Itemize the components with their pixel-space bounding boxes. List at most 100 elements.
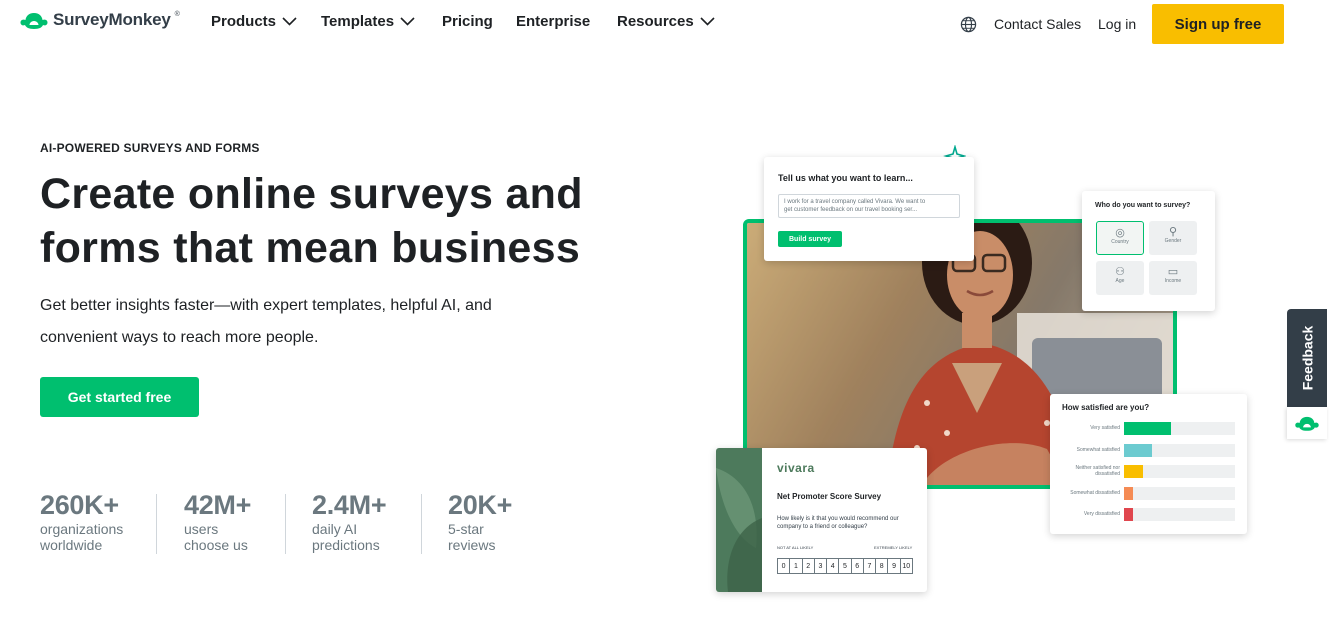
- vivara-brand: vivara: [777, 461, 815, 475]
- chevron-down-icon: [282, 17, 297, 26]
- stat-value: 2.4M+: [312, 490, 387, 520]
- headline-line-2: forms that mean business: [40, 224, 581, 272]
- surveymonkey-small-icon: [1295, 416, 1319, 431]
- signup-button[interactable]: Sign up free: [1152, 4, 1284, 44]
- option-age[interactable]: ⚇ Age: [1096, 261, 1144, 295]
- globe-icon[interactable]: [960, 16, 977, 33]
- satisfied-card-title: How satisfied are you?: [1062, 403, 1150, 412]
- nav-templates[interactable]: Templates: [321, 13, 415, 30]
- leaf-decoration: [716, 448, 762, 592]
- get-started-button[interactable]: Get started free: [40, 377, 199, 417]
- stat-label-line1: daily AI: [312, 521, 358, 537]
- satisfaction-bar-track: [1124, 422, 1235, 435]
- stat-reviews: 20K+ 5-star reviews: [448, 490, 512, 553]
- nps-scale-option[interactable]: 7: [862, 559, 875, 573]
- nav-pricing-label: Pricing: [442, 13, 493, 30]
- nps-scale-option[interactable]: 6: [850, 559, 863, 573]
- learn-card-title: Tell us what you want to learn...: [778, 173, 913, 183]
- stat-value: 260K+: [40, 490, 119, 520]
- nps-question-line2: company to a friend or colleague?: [777, 524, 868, 530]
- nav-products[interactable]: Products: [211, 13, 297, 30]
- stat-label-line2: choose us: [184, 537, 248, 553]
- stat-label-line1: 5-star: [448, 521, 484, 537]
- logo-trademark: ®: [174, 10, 180, 18]
- who-card: Who do you want to survey? ◎ Country ⚲ G…: [1082, 191, 1215, 311]
- top-nav: SurveyMonkey ® Products Templates Pricin…: [0, 0, 1330, 48]
- stat-label-line2: worldwide: [40, 537, 103, 553]
- stat-label-line1: users: [184, 521, 219, 537]
- feedback-tab[interactable]: Feedback: [1287, 309, 1327, 407]
- satisfaction-bar-track: [1124, 443, 1235, 457]
- option-income[interactable]: ▭ Income: [1149, 261, 1197, 295]
- satisfaction-bar-track: [1124, 508, 1235, 521]
- stat-label-line1: organizations: [40, 521, 124, 537]
- chevron-down-icon: [400, 17, 415, 26]
- option-label: Gender: [1164, 238, 1182, 244]
- nav-pricing[interactable]: Pricing: [442, 13, 493, 30]
- option-country[interactable]: ◎ Country: [1096, 221, 1144, 255]
- nav-enterprise-label: Enterprise: [516, 13, 591, 30]
- stat-label-line2: predictions: [312, 537, 380, 553]
- nps-scale-option[interactable]: 9: [887, 559, 899, 573]
- option-label: Country: [1111, 239, 1129, 245]
- nav-resources[interactable]: Resources: [617, 13, 715, 30]
- stat-users: 42M+ users choose us: [184, 490, 251, 553]
- logo-text: SurveyMonkey: [53, 10, 171, 29]
- login-link[interactable]: Log in: [1098, 16, 1136, 32]
- satisfaction-row-label: Somewhat satisfied: [1076, 446, 1120, 453]
- satisfaction-bar-track: [1124, 486, 1235, 500]
- nps-title: Net Promoter Score Survey: [777, 492, 882, 501]
- satisfaction-row-label: Very dissatisfied: [1083, 511, 1120, 517]
- subtext-line-1: Get better insights faster—with expert t…: [40, 297, 492, 314]
- nav-enterprise[interactable]: Enterprise: [516, 13, 590, 30]
- nav-products-label: Products: [211, 13, 277, 30]
- stat-label-line2: reviews: [448, 537, 496, 553]
- chevron-down-icon: [700, 17, 715, 26]
- satisfaction-bar: [1124, 486, 1133, 500]
- nps-scale-option[interactable]: 0: [778, 559, 789, 573]
- satisfaction-row-label: Somewhat dissatisfied: [1070, 489, 1120, 496]
- hero-headline: Create online surveys and forms that mea…: [40, 167, 660, 275]
- group-icon: ⚇: [1115, 266, 1125, 278]
- satisfaction-bar: [1124, 465, 1143, 478]
- stat-divider: [285, 494, 286, 554]
- nps-scale-option[interactable]: 2: [801, 559, 814, 573]
- feedback-logo[interactable]: [1287, 407, 1327, 439]
- satisfied-card: How satisfied are you? Very satisfied Som…: [1050, 394, 1247, 534]
- learn-input-line1: I work for a travel company called Vivar…: [784, 199, 926, 205]
- nps-scale-option[interactable]: 3: [813, 559, 826, 573]
- learn-card: Tell us what you want to learn... I work…: [764, 157, 974, 261]
- satisfaction-row-label: Very satisfied: [1090, 425, 1120, 431]
- stat-organizations: 260K+ organizations worldwide: [40, 490, 123, 553]
- stat-value: 42M+: [184, 490, 252, 520]
- who-card-title: Who do you want to survey?: [1095, 202, 1191, 209]
- nps-scale: 0 1 2 3 4 5 6 7 8 9 10: [777, 558, 913, 574]
- nps-scale-option[interactable]: 8: [875, 559, 887, 573]
- stat-value: 20K+: [448, 490, 513, 520]
- nps-question-line1: How likely is it that you would recommen…: [777, 516, 899, 522]
- nav-resources-label: Resources: [617, 13, 694, 30]
- nps-high-label: EXTREMELY LIKELY: [874, 545, 913, 550]
- learn-input-line2: get customer feedback on our travel book…: [784, 207, 918, 213]
- satisfaction-bar: [1124, 508, 1133, 521]
- money-icon: ▭: [1167, 266, 1179, 278]
- person-icon: ⚲: [1168, 226, 1178, 238]
- hero-subtext: Get better insights faster—with expert t…: [40, 290, 600, 354]
- build-survey-button[interactable]: Build survey: [778, 231, 842, 247]
- satisfaction-bar-track: [1124, 465, 1235, 478]
- stat-ai-predictions: 2.4M+ daily AI predictions: [312, 490, 387, 553]
- nps-card: vivara Net Promoter Score Survey How lik…: [716, 448, 927, 592]
- stat-divider: [156, 494, 157, 554]
- nps-scale-option[interactable]: 4: [826, 559, 838, 573]
- country-icon: ◎: [1115, 227, 1125, 239]
- learn-input[interactable]: I work for a travel company called Vivar…: [778, 194, 960, 218]
- subtext-line-2: convenient ways to reach more people.: [40, 329, 319, 346]
- nps-scale-option[interactable]: 10: [899, 559, 912, 573]
- contact-sales-link[interactable]: Contact Sales: [994, 16, 1081, 32]
- nps-scale-option[interactable]: 1: [789, 559, 801, 573]
- satisfaction-bar: [1124, 422, 1171, 435]
- nps-scale-option[interactable]: 5: [838, 559, 850, 573]
- option-gender[interactable]: ⚲ Gender: [1149, 221, 1197, 255]
- surveymonkey-logo[interactable]: SurveyMonkey ®: [19, 10, 180, 30]
- nps-question: How likely is it that you would recommen…: [777, 515, 899, 531]
